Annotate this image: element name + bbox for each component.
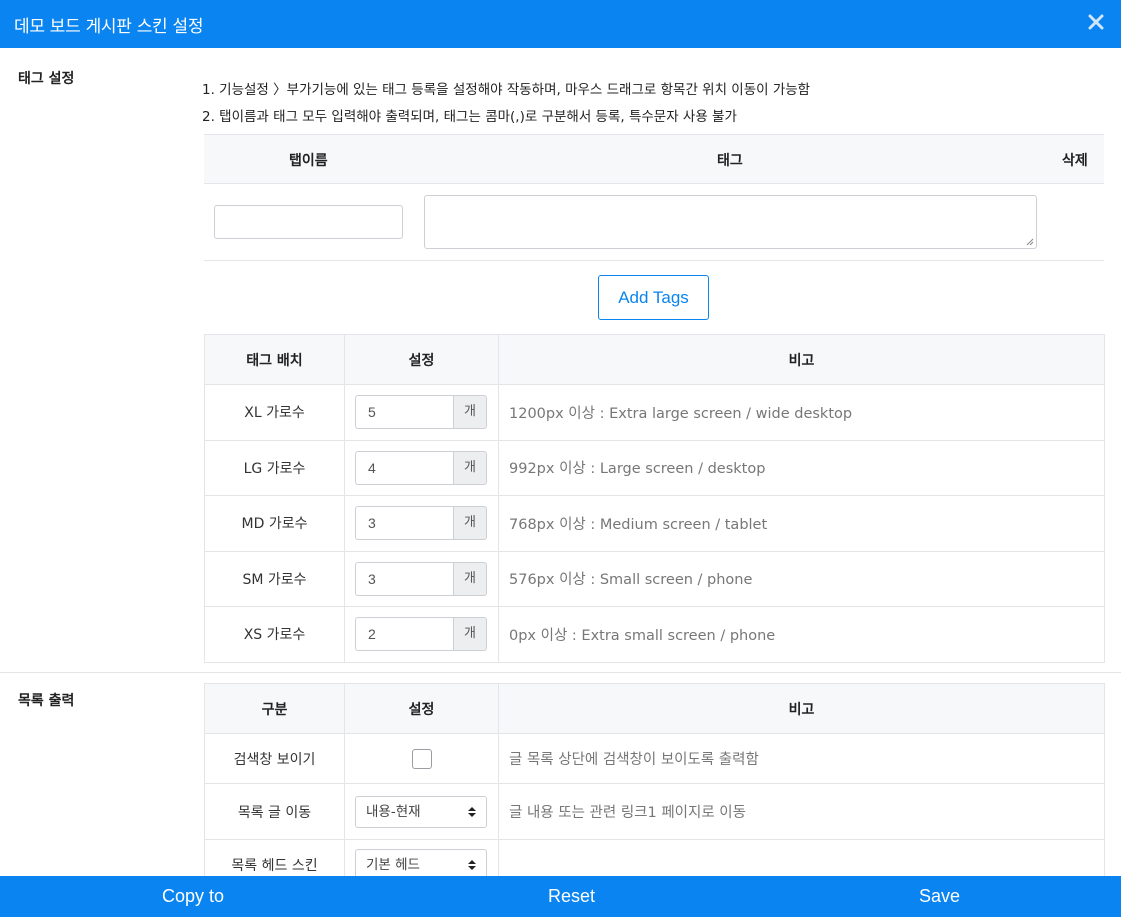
row-note: 1200px 이상 : Extra large screen / wide de… <box>498 384 1105 441</box>
header-note: 비고 <box>498 683 1105 734</box>
resize-grip-icon[interactable] <box>1026 238 1034 246</box>
number-input-group: 3개 <box>355 561 487 596</box>
unit-label: 개 <box>453 450 487 485</box>
unit-label: 개 <box>453 617 487 652</box>
table-row: XS 가로수 2개 0px 이상 : Extra small screen / … <box>204 606 1105 663</box>
list-output-table: 구분 설정 비고 검색창 보이기 글 목록 상단에 검색창이 보이도록 출력함 … <box>204 683 1105 876</box>
row-label: 목록 헤드 스킨 <box>204 839 345 876</box>
row-label: SM 가로수 <box>204 550 345 607</box>
reset-button[interactable]: Reset <box>548 886 595 907</box>
tags-textarea[interactable] <box>424 195 1037 249</box>
row-note: 글 내용 또는 관련 링크1 페이지로 이동 <box>498 783 1105 840</box>
select-arrow-icon <box>468 859 476 870</box>
number-input-group: 2개 <box>355 617 487 652</box>
row-label: XL 가로수 <box>204 384 345 441</box>
header-tags: 태그 <box>717 153 743 169</box>
table-row: 목록 글 이동 내용-현재 글 내용 또는 관련 링크1 페이지로 이동 <box>204 783 1105 840</box>
tag-table-header: 탭이름 태그 삭제 <box>204 134 1104 184</box>
list-head-skin-select[interactable]: 기본 헤드 <box>355 848 487 876</box>
row-note: 768px 이상 : Medium screen / tablet <box>498 495 1105 552</box>
number-input-group: 3개 <box>355 506 487 541</box>
dialog-titlebar: 데모 보드 게시판 스킨 설정 <box>0 0 1121 48</box>
select-value: 기본 헤드 <box>366 856 420 873</box>
table-row: XL 가로수 5개 1200px 이상 : Extra large screen… <box>204 384 1105 441</box>
table-row: 검색창 보이기 글 목록 상단에 검색창이 보이도록 출력함 <box>204 733 1105 784</box>
header-tag-layout: 태그 배치 <box>204 334 345 385</box>
table-row: SM 가로수 3개 576px 이상 : Small screen / phon… <box>204 550 1105 607</box>
column-count-input[interactable]: 3 <box>355 506 453 541</box>
header-tab-name: 탭이름 <box>289 153 328 169</box>
column-count-input[interactable]: 4 <box>355 450 453 485</box>
column-count-input[interactable]: 5 <box>355 395 453 430</box>
copy-to-button[interactable]: Copy to <box>162 886 224 907</box>
table-row: MD 가로수 3개 768px 이상 : Medium screen / tab… <box>204 495 1105 552</box>
row-label: 검색창 보이기 <box>204 733 345 784</box>
row-label: XS 가로수 <box>204 606 345 663</box>
select-arrow-icon <box>468 806 476 817</box>
section-label-tag-settings: 태그 설정 <box>18 71 75 87</box>
tag-layout-table: 태그 배치 설정 비고 XL 가로수 5개 1200px 이상 : Extra … <box>204 334 1105 663</box>
select-value: 내용-현재 <box>366 803 421 820</box>
header-note: 비고 <box>498 334 1105 385</box>
table-header-row: 구분 설정 비고 <box>204 683 1105 734</box>
row-note <box>498 839 1105 876</box>
number-input-group: 4개 <box>355 450 487 485</box>
show-search-checkbox[interactable] <box>411 748 432 769</box>
unit-label: 개 <box>453 506 487 541</box>
tag-note-1: 1. 기능설정 〉부가기능에 있는 태그 등록을 설정해야 작동하며, 마우스 … <box>202 82 811 98</box>
number-input-group: 5개 <box>355 395 487 430</box>
header-setting: 설정 <box>344 683 499 734</box>
tab-name-input[interactable] <box>214 205 403 239</box>
tag-note-2: 2. 탭이름과 태그 모두 입력해야 출력되며, 태그는 콤마(,)로 구분해서… <box>202 109 737 125</box>
row-label: LG 가로수 <box>204 439 345 496</box>
row-separator <box>204 260 1104 261</box>
header-category: 구분 <box>204 683 345 734</box>
list-link-select[interactable]: 내용-현재 <box>355 795 487 828</box>
dialog-footer: Copy to Reset Save <box>0 876 1121 917</box>
save-button[interactable]: Save <box>919 886 960 907</box>
close-icon[interactable] <box>1085 11 1107 33</box>
row-note: 0px 이상 : Extra small screen / phone <box>498 606 1105 663</box>
row-note: 글 목록 상단에 검색창이 보이도록 출력함 <box>498 733 1105 784</box>
add-tags-button[interactable]: Add Tags <box>598 275 709 320</box>
table-row: 목록 헤드 스킨 기본 헤드 <box>204 839 1105 876</box>
unit-label: 개 <box>453 561 487 596</box>
row-note: 576px 이상 : Small screen / phone <box>498 550 1105 607</box>
header-delete: 삭제 <box>1062 153 1088 169</box>
dialog-title: 데모 보드 게시판 스킨 설정 <box>14 17 204 37</box>
dialog-content: 태그 설정 1. 기능설정 〉부가기능에 있는 태그 등록을 설정해야 작동하며… <box>0 48 1121 876</box>
row-note: 992px 이상 : Large screen / desktop <box>498 439 1105 496</box>
section-label-list-output: 목록 출력 <box>18 693 75 709</box>
column-count-input[interactable]: 2 <box>355 617 453 652</box>
table-header-row: 태그 배치 설정 비고 <box>204 334 1105 385</box>
header-setting: 설정 <box>344 334 499 385</box>
column-count-input[interactable]: 3 <box>355 561 453 596</box>
tag-notes: 1. 기능설정 〉부가기능에 있는 태그 등록을 설정해야 작동하며, 마우스 … <box>202 77 810 131</box>
section-divider <box>0 672 1121 673</box>
table-row: LG 가로수 4개 992px 이상 : Large screen / desk… <box>204 439 1105 496</box>
unit-label: 개 <box>453 395 487 430</box>
row-label: 목록 글 이동 <box>204 783 345 840</box>
row-label: MD 가로수 <box>204 495 345 552</box>
